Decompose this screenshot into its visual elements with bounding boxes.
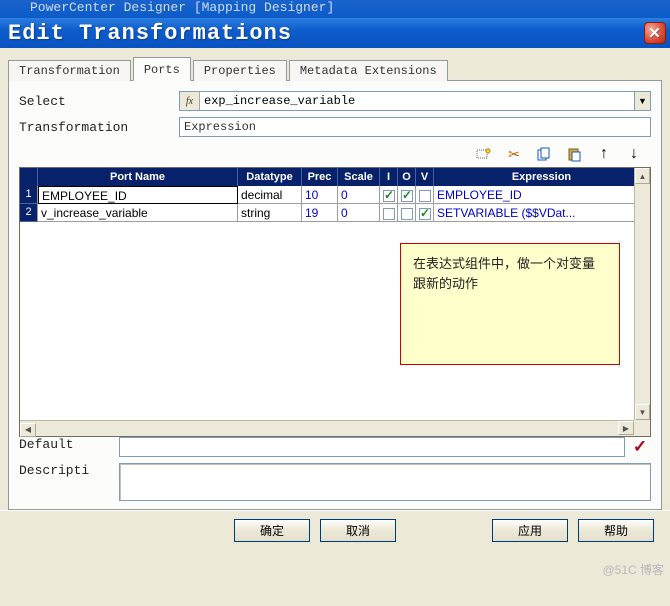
fx-icon: fx: [180, 92, 200, 110]
move-up-icon[interactable]: ↑: [595, 145, 613, 163]
cell-expression[interactable]: EMPLOYEE_ID: [434, 186, 650, 204]
col-input[interactable]: I: [380, 168, 398, 186]
transformation-select-value: exp_increase_variable: [200, 94, 634, 108]
new-port-icon[interactable]: [475, 145, 493, 163]
checkbox-icon[interactable]: [419, 208, 431, 220]
col-rownum: [20, 168, 38, 186]
tab-panel-ports: Select fx exp_increase_variable ▼ Transf…: [8, 80, 662, 510]
default-value-input[interactable]: [119, 437, 625, 457]
scroll-left-icon[interactable]: ◀: [20, 423, 36, 437]
col-expression[interactable]: Expression: [434, 168, 650, 186]
tab-transformation[interactable]: Transformation: [8, 60, 131, 81]
copy-icon[interactable]: [535, 145, 553, 163]
help-button[interactable]: 帮助: [578, 519, 654, 542]
col-output[interactable]: O: [398, 168, 416, 186]
col-variable[interactable]: V: [416, 168, 434, 186]
checkbox-icon[interactable]: [383, 190, 395, 202]
validate-icon[interactable]: ✓: [629, 437, 651, 457]
scroll-right-icon[interactable]: ▶: [618, 421, 634, 435]
cell-port-name[interactable]: v_increase_variable: [38, 204, 238, 222]
tab-properties[interactable]: Properties: [193, 60, 287, 81]
cell-variable-flag[interactable]: [416, 204, 434, 222]
scroll-corner: [634, 420, 650, 436]
cell-variable-flag[interactable]: [416, 186, 434, 204]
row-number: 1: [20, 186, 38, 204]
checkbox-icon[interactable]: [401, 190, 413, 202]
cell-output-flag[interactable]: [398, 186, 416, 204]
move-down-icon[interactable]: ↓: [625, 145, 643, 163]
transformation-type-field: Expression: [179, 117, 651, 137]
ok-button[interactable]: 确定: [234, 519, 310, 542]
transformation-label: Transformation: [19, 120, 179, 135]
vertical-scrollbar[interactable]: ▲ ▼: [634, 168, 650, 420]
default-label: Default: [19, 437, 119, 452]
scroll-down-icon[interactable]: ▼: [635, 404, 650, 420]
close-button[interactable]: ✕: [644, 22, 666, 44]
cell-precision[interactable]: 19: [302, 204, 338, 222]
checkbox-icon[interactable]: [419, 190, 431, 202]
cell-input-flag[interactable]: [380, 204, 398, 222]
checkbox-icon[interactable]: [401, 208, 413, 220]
horizontal-scrollbar[interactable]: ◀ ▶: [20, 420, 634, 436]
tab-metadata-extensions[interactable]: Metadata Extensions: [289, 60, 448, 81]
col-scale[interactable]: Scale: [338, 168, 380, 186]
table-row[interactable]: 2v_increase_variablestring190 SETVARIABLE…: [20, 204, 650, 222]
table-row[interactable]: 1EMPLOYEE_IDdecimal100EMPLOYEE_ID: [20, 186, 650, 204]
select-label: Select: [19, 94, 179, 109]
cell-scale[interactable]: 0: [338, 204, 380, 222]
col-datatype[interactable]: Datatype: [238, 168, 302, 186]
window-title: Edit Transformations: [8, 21, 642, 46]
tab-strip: Transformation Ports Properties Metadata…: [8, 57, 662, 81]
tab-ports[interactable]: Ports: [133, 57, 191, 81]
cell-output-flag[interactable]: [398, 204, 416, 222]
annotation-note: 在表达式组件中，做一个对变量跟新的动作: [400, 243, 620, 365]
cell-datatype[interactable]: decimal: [238, 186, 302, 204]
ports-grid[interactable]: Port Name Datatype Prec Scale I O V Expr…: [19, 167, 651, 437]
transformation-select[interactable]: fx exp_increase_variable: [179, 91, 635, 111]
parent-window-title: PowerCenter Designer [Mapping Designer]: [0, 0, 670, 18]
cell-scale[interactable]: 0: [338, 186, 380, 204]
checkbox-icon[interactable]: [383, 208, 395, 220]
col-precision[interactable]: Prec: [302, 168, 338, 186]
cell-precision[interactable]: 10: [302, 186, 338, 204]
cut-icon[interactable]: ✂: [505, 145, 523, 163]
apply-button[interactable]: 应用: [492, 519, 568, 542]
description-label: Descripti: [19, 463, 119, 478]
row-number: 2: [20, 204, 38, 222]
description-input[interactable]: [119, 463, 651, 501]
grid-header: Port Name Datatype Prec Scale I O V Expr…: [20, 168, 650, 186]
watermark: @51C 博客: [602, 561, 664, 578]
cell-input-flag[interactable]: [380, 186, 398, 204]
cell-expression[interactable]: SETVARIABLE ($$VDat...: [434, 204, 650, 222]
scroll-up-icon[interactable]: ▲: [635, 168, 650, 184]
titlebar[interactable]: Edit Transformations ✕: [0, 18, 670, 48]
cell-port-name[interactable]: EMPLOYEE_ID: [38, 186, 238, 204]
dropdown-arrow-icon[interactable]: ▼: [635, 91, 651, 111]
dialog-button-bar: 确定 取消 . 应用 帮助: [0, 510, 670, 552]
ports-toolbar: ✂ ↑ ↓: [19, 143, 651, 167]
paste-icon[interactable]: [565, 145, 583, 163]
col-port-name[interactable]: Port Name: [38, 168, 238, 186]
cancel-button[interactable]: 取消: [320, 519, 396, 542]
cell-datatype[interactable]: string: [238, 204, 302, 222]
